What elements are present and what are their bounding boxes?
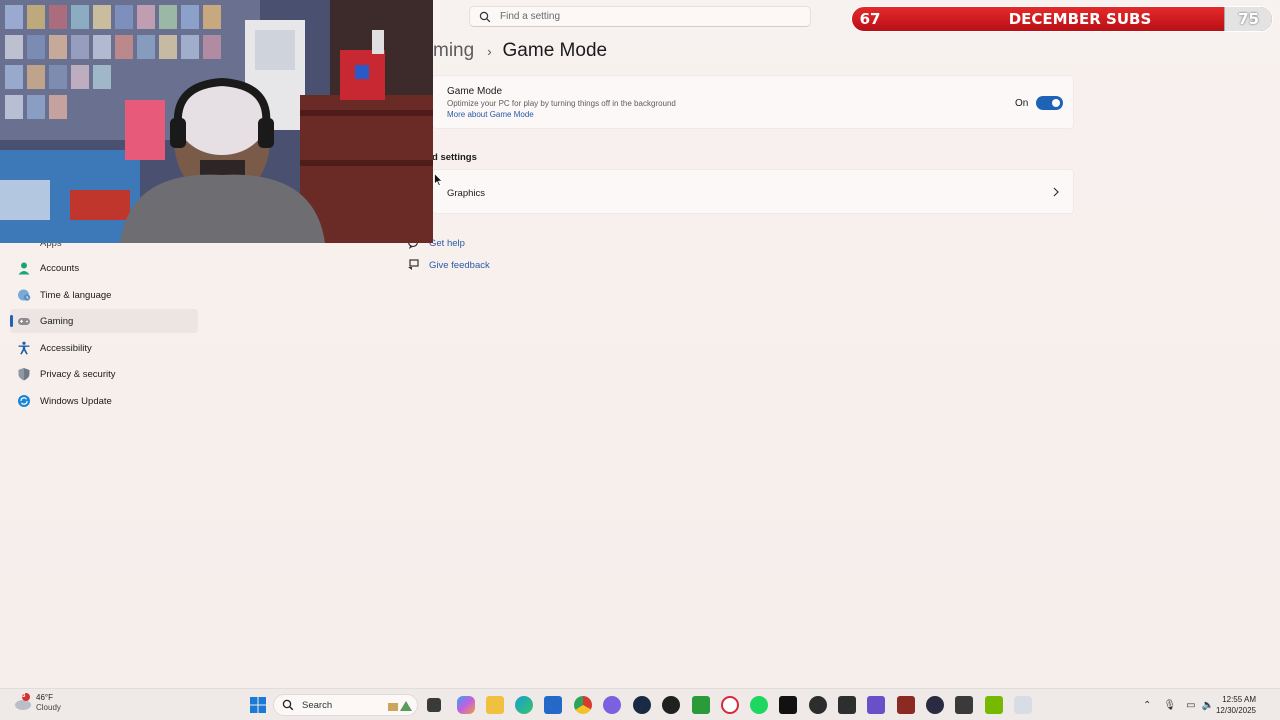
clock-time: 12:55 AM xyxy=(1222,695,1256,704)
webcam-feed-image xyxy=(0,0,433,243)
search-input[interactable] xyxy=(500,11,780,22)
mouse-cursor-icon xyxy=(434,173,443,187)
sub-goal-bar: 67 DECEMBER SUBS 75 xyxy=(851,6,1273,32)
epic-games-icon[interactable] xyxy=(838,696,856,714)
weather-widget[interactable]: 3 46°F Cloudy xyxy=(12,693,61,713)
chevron-right-icon: › xyxy=(487,43,492,59)
sidebar-item-gaming[interactable]: Gaming xyxy=(10,309,198,333)
graphics-row[interactable]: Graphics xyxy=(432,169,1074,214)
xbox-icon[interactable] xyxy=(692,696,710,714)
steam-icon[interactable] xyxy=(633,696,651,714)
sidebar-item-time-language[interactable]: Time & language xyxy=(10,283,198,307)
game-mode-title: Game Mode xyxy=(447,86,503,97)
sidebar-item-label: Windows Update xyxy=(40,395,112,407)
gaming-icon xyxy=(18,318,30,325)
settings-search-box[interactable] xyxy=(469,6,811,27)
taskbar-search-label: Search xyxy=(302,699,333,711)
toggle-state-label: On xyxy=(1015,98,1029,109)
breadcrumb-parent[interactable]: ming xyxy=(433,40,474,62)
volume-icon[interactable]: 🔈 xyxy=(1202,700,1214,711)
sidebar-item-label: Accounts xyxy=(40,262,80,274)
clock-date: 12/30/2025 xyxy=(1215,706,1256,715)
app-icon-1[interactable] xyxy=(809,696,827,714)
toggle-knob xyxy=(1052,99,1060,107)
give-feedback-label: Give feedback xyxy=(429,259,490,271)
game-mode-description: Optimize your PC for play by turning thi… xyxy=(447,99,676,108)
sidebar-item-label: Accessibility xyxy=(40,342,92,354)
sidebar-item-accessibility[interactable]: Accessibility xyxy=(10,336,198,360)
get-help-label: Get help xyxy=(429,237,465,249)
discord-icon[interactable] xyxy=(603,696,621,714)
page-title: Game Mode xyxy=(502,40,608,61)
update-icon xyxy=(18,395,30,407)
taskbar: 3 46°F Cloudy Search ⌃ 🎙 ▭ 🔈 12:55 AM 12… xyxy=(0,688,1280,720)
sub-goal-current: 67 xyxy=(859,10,881,28)
clock[interactable]: 12:55 AM 12/30/2025 xyxy=(1216,694,1256,716)
microphone-icon[interactable]: 🎙 xyxy=(1163,700,1176,711)
app-icon-4[interactable] xyxy=(926,696,944,714)
graphics-label: Graphics xyxy=(447,188,486,199)
time-language-icon xyxy=(18,289,31,301)
related-settings-heading: d settings xyxy=(432,152,477,163)
spotify-icon[interactable] xyxy=(750,696,768,714)
search-icon xyxy=(282,699,294,711)
app-icon-2[interactable] xyxy=(867,696,885,714)
sidebar-item-label: Gaming xyxy=(40,315,74,327)
give-feedback-link[interactable]: Give feedback xyxy=(406,258,490,272)
chrome-icon[interactable] xyxy=(574,696,592,714)
app-icon-5[interactable] xyxy=(955,696,973,714)
copilot-icon[interactable] xyxy=(457,696,475,714)
settings-window: ming › Game Mode Game Mode Optimize your… xyxy=(0,0,1280,688)
sidebar-item-privacy[interactable]: Privacy & security xyxy=(10,362,198,386)
system-tray: ⌃ 🎙 ▭ 🔈 xyxy=(1143,689,1214,720)
edge-icon[interactable] xyxy=(515,696,533,714)
file-explorer-icon[interactable] xyxy=(486,696,504,714)
sub-goal-title: DECEMBER SUBS xyxy=(1008,10,1152,28)
store-icon[interactable] xyxy=(544,696,562,714)
nvidia-icon[interactable] xyxy=(985,696,1003,714)
sidebar-item-label: Time & language xyxy=(40,289,112,301)
game-mode-toggle[interactable] xyxy=(1036,96,1063,110)
weather-badge: 3 xyxy=(22,693,26,699)
sidebar-item-accounts[interactable]: Accounts xyxy=(10,256,198,280)
capcut-icon[interactable] xyxy=(779,696,797,714)
app-icon-3[interactable] xyxy=(897,696,915,714)
accounts-icon xyxy=(18,262,30,275)
webcam-overlay xyxy=(0,0,433,243)
chevron-right-icon xyxy=(1053,187,1059,197)
weather-temp: 46°F xyxy=(36,693,53,702)
sidebar-item-windows-update[interactable]: Windows Update xyxy=(10,389,198,413)
shield-icon xyxy=(18,368,30,381)
feedback-icon xyxy=(408,259,419,270)
windows-start-icon[interactable] xyxy=(249,696,267,714)
sub-goal-target: 75 xyxy=(1224,7,1272,31)
network-icon[interactable]: ▭ xyxy=(1186,700,1195,711)
obs-icon[interactable] xyxy=(662,696,680,714)
weather-condition: Cloudy xyxy=(36,703,61,712)
game-mode-card: Game Mode Optimize your PC for play by t… xyxy=(432,75,1074,129)
opera-icon[interactable] xyxy=(721,696,739,714)
task-view-icon[interactable] xyxy=(427,698,441,712)
sidebar-item-label: Privacy & security xyxy=(40,368,116,380)
chevron-up-icon[interactable]: ⌃ xyxy=(1143,700,1151,711)
taskbar-search[interactable]: Search xyxy=(273,694,418,716)
more-about-game-mode-link[interactable]: More about Game Mode xyxy=(447,110,534,119)
accessibility-icon xyxy=(18,341,30,355)
search-icon xyxy=(479,11,491,22)
breadcrumb: ming › Game Mode xyxy=(433,38,607,64)
search-highlight-icon xyxy=(388,701,412,711)
settings-app-icon[interactable] xyxy=(1014,696,1032,714)
